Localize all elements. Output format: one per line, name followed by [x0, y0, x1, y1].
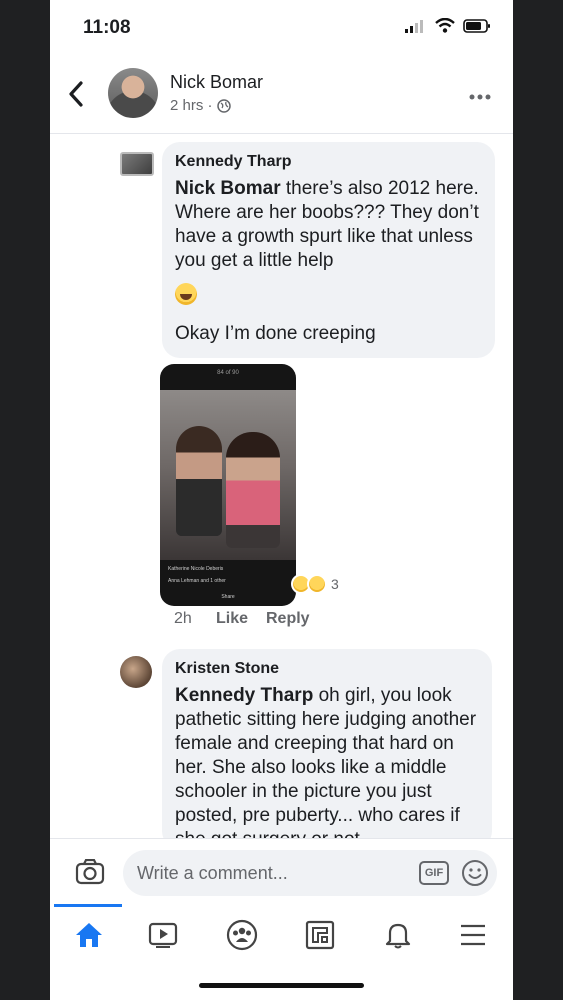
nav-watch[interactable]	[143, 918, 183, 952]
home-icon	[76, 923, 102, 947]
mention-link-2[interactable]: Kennedy Tharp	[175, 685, 313, 706]
like-button[interactable]: Like	[216, 610, 266, 628]
status-time: 11:08	[83, 17, 131, 38]
gif-button[interactable]: GIF	[419, 861, 449, 885]
photo-person-2	[226, 432, 280, 548]
comment-actions: 2h Like Reply	[174, 610, 310, 628]
comment-bubble-2[interactable]: Kristen Stone Kennedy Tharp oh girl, you…	[162, 649, 492, 838]
status-bar: 11:08	[50, 0, 513, 56]
smiley-icon	[462, 860, 488, 886]
signal-icon	[405, 19, 423, 33]
comment-input-placeholder: Write a comment...	[137, 863, 288, 883]
comment-text-3: Kennedy Tharp oh girl, you look pathetic…	[175, 684, 478, 838]
comment-author-2[interactable]: Kristen Stone	[175, 660, 478, 678]
comment-time: 2h	[174, 610, 192, 627]
poster-name[interactable]: Nick Bomar	[170, 72, 263, 93]
photo-person-1	[176, 426, 222, 536]
battery-icon	[463, 18, 490, 33]
wow-reaction-icon	[307, 574, 327, 594]
bottom-navigation	[50, 904, 513, 970]
facebook-comments-screen: 11:08 Nick Bomar 2 hrs · Kennedy Tharp N…	[50, 0, 513, 1000]
nav-home[interactable]	[69, 918, 109, 952]
photo-caption-2: Anna Lehman and 1 other	[168, 578, 226, 584]
comment-text-2: Okay I’m done creeping	[175, 323, 376, 344]
photo-image	[160, 390, 296, 560]
back-button[interactable]	[68, 80, 84, 114]
pages-icon	[305, 920, 335, 950]
photo-counter: 84 of 90	[217, 370, 239, 376]
comment-input[interactable]: Write a comment... GIF	[123, 850, 497, 896]
poster-avatar[interactable]	[108, 68, 158, 118]
globe-icon	[216, 98, 231, 113]
reply-button[interactable]: Reply	[266, 610, 310, 628]
menu-icon	[461, 924, 485, 946]
camera-icon	[75, 858, 105, 885]
groups-icon	[226, 919, 258, 951]
status-icons	[405, 18, 491, 33]
nav-groups[interactable]	[222, 918, 262, 952]
wifi-icon	[435, 18, 455, 33]
more-dots-icon	[469, 94, 491, 100]
photo-caption-3: Share	[221, 594, 235, 600]
commenter-avatar-2[interactable]	[120, 656, 152, 688]
laughing-crying-emoji-icon	[175, 283, 197, 305]
comment-composer: Write a comment... GIF	[50, 838, 513, 904]
home-indicator	[199, 983, 364, 988]
comment-author[interactable]: Kennedy Tharp	[175, 153, 481, 171]
emoji-button[interactable]	[461, 859, 489, 887]
commenter-avatar[interactable]	[120, 152, 154, 176]
camera-button[interactable]	[75, 858, 105, 885]
comment-text: Nick Bomar there’s also 2012 here. Where…	[175, 177, 481, 273]
comment-photo[interactable]: 84 of 90 Katherine Nicole Deberis Anna L…	[160, 364, 296, 606]
notifications-icon	[385, 923, 411, 949]
reaction-summary[interactable]: 3	[291, 574, 339, 594]
post-header: Nick Bomar 2 hrs ·	[50, 56, 513, 134]
nav-pages[interactable]	[300, 918, 340, 952]
post-meta: 2 hrs ·	[170, 97, 231, 114]
comment-thread: Kennedy Tharp Nick Bomar there’s also 20…	[50, 134, 513, 838]
post-time: 2 hrs ·	[170, 97, 213, 114]
photo-caption-1: Katherine Nicole Deberis	[168, 566, 224, 572]
mention-link[interactable]: Nick Bomar	[175, 178, 281, 199]
nav-notifications[interactable]	[378, 918, 418, 952]
nav-menu[interactable]	[453, 918, 493, 952]
chevron-left-icon	[69, 81, 83, 107]
more-options-button[interactable]	[469, 80, 491, 106]
comment-body-2: oh girl, you look pathetic sitting here …	[175, 685, 477, 838]
reaction-count: 3	[331, 576, 339, 592]
nav-active-indicator	[54, 904, 122, 907]
watch-icon	[148, 922, 178, 948]
comment-bubble[interactable]: Kennedy Tharp Nick Bomar there’s also 20…	[162, 142, 495, 358]
